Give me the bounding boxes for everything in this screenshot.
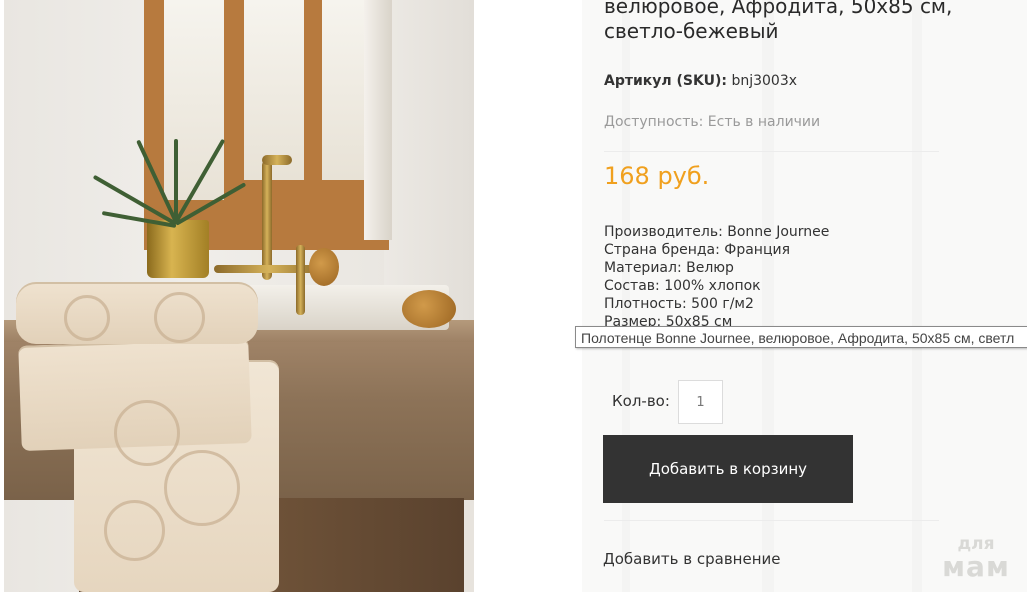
photo-faucet [262,160,272,280]
photo-curtain [364,0,392,240]
photo-towel-pattern [154,292,205,343]
photo-window-pane [322,0,364,180]
gutter [474,0,582,592]
divider [604,520,939,521]
add-to-cart-button[interactable]: Добавить в корзину [603,435,853,503]
quantity-input[interactable] [678,380,723,424]
spec-composition: Состав: 100% хлопок [604,278,761,294]
photo-window-pane [164,0,224,200]
sku-value: bnj3003x [731,73,798,89]
photo-plant-pot [147,220,209,278]
image-title-tooltip: Полотенце Bonne Journee, велюровое, Афро… [575,326,1027,348]
site-watermark-logo: для мам [936,536,1016,581]
sku-label: Артикул (SKU): [604,73,727,89]
watermark-line2: мам [942,550,1010,583]
photo-faucet [214,265,324,273]
spec-manufacturer: Производитель: Bonne Journee [604,224,830,240]
photo-towel-pattern [64,295,110,341]
availability-status: Доступность: Есть в наличии [604,114,821,130]
photo-towel-pattern [114,400,180,466]
spec-density: Плотность: 500 г/м2 [604,296,754,312]
photo-towel-pattern [104,500,165,561]
sku: Артикул (SKU): bnj3003x [604,73,797,89]
price: 168 руб. [604,162,710,190]
add-to-compare-link[interactable]: Добавить в сравнение [603,550,781,568]
divider [604,151,939,152]
photo-faucet [262,155,292,165]
product-title: велюровое, Афродита, 50х85 см, светло-бе… [604,0,953,43]
photo-towel-pattern [164,450,240,526]
product-image[interactable] [4,0,474,592]
photo-plant-leaf [174,139,178,224]
photo-towel [16,282,258,344]
quantity-label: Кол-во: [612,392,670,410]
photo-faucet [296,245,305,315]
product-specs: Производитель: Bonne Journee Страна брен… [604,223,829,328]
spec-brand-country: Страна бренда: Франция [604,242,791,258]
panel-background-pattern [912,0,922,592]
photo-sponge [309,248,339,286]
spec-material: Материал: Велюр [604,260,734,276]
photo-sponge [402,290,456,328]
photo-window-pane [244,0,304,180]
